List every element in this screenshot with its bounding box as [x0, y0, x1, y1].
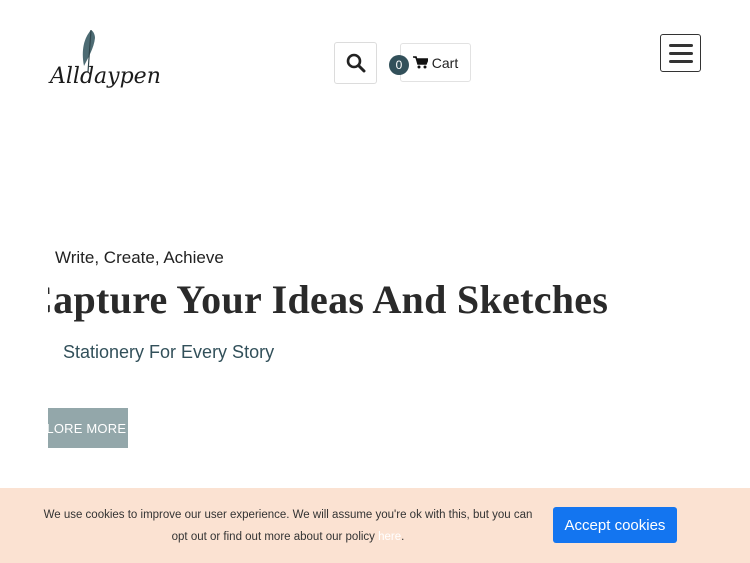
hero-slider: Write, Create, Achieve Capture Your Idea… [48, 230, 750, 460]
search-button[interactable] [334, 42, 377, 84]
cookie-suffix: . [401, 531, 405, 543]
hero-eyebrow: Write, Create, Achieve [55, 248, 224, 267]
cookie-text: We use cookies to improve our user exper… [43, 509, 533, 543]
cookie-consent-bar: We use cookies to improve our user exper… [0, 488, 750, 563]
hero-subline: Stationery For Every Story [63, 342, 275, 362]
logo-text: Alldaypens [48, 64, 160, 89]
cookie-policy-link[interactable]: here [378, 531, 401, 543]
cart-count-badge: 0 [389, 55, 409, 75]
explore-more-button[interactable]: EXPLORE MORE [48, 408, 128, 448]
cart-button[interactable]: Cart [400, 43, 471, 82]
hamburger-menu-button[interactable] [660, 34, 701, 72]
hamburger-bar [668, 59, 693, 63]
accept-cookies-button[interactable]: Accept cookies [553, 507, 677, 543]
feather-icon: Alldaypens [48, 29, 160, 89]
hamburger-menu-icon [668, 43, 693, 47]
hero-headline: Capture Your Ideas And Sketches [48, 277, 609, 322]
cart-icon [412, 56, 428, 69]
cart-label: Cart [431, 54, 459, 71]
hamburger-bar [668, 51, 693, 55]
search-icon [346, 53, 365, 73]
cookie-message: We use cookies to improve our user exper… [40, 504, 536, 548]
site-logo[interactable]: Alldaypens [48, 28, 160, 98]
